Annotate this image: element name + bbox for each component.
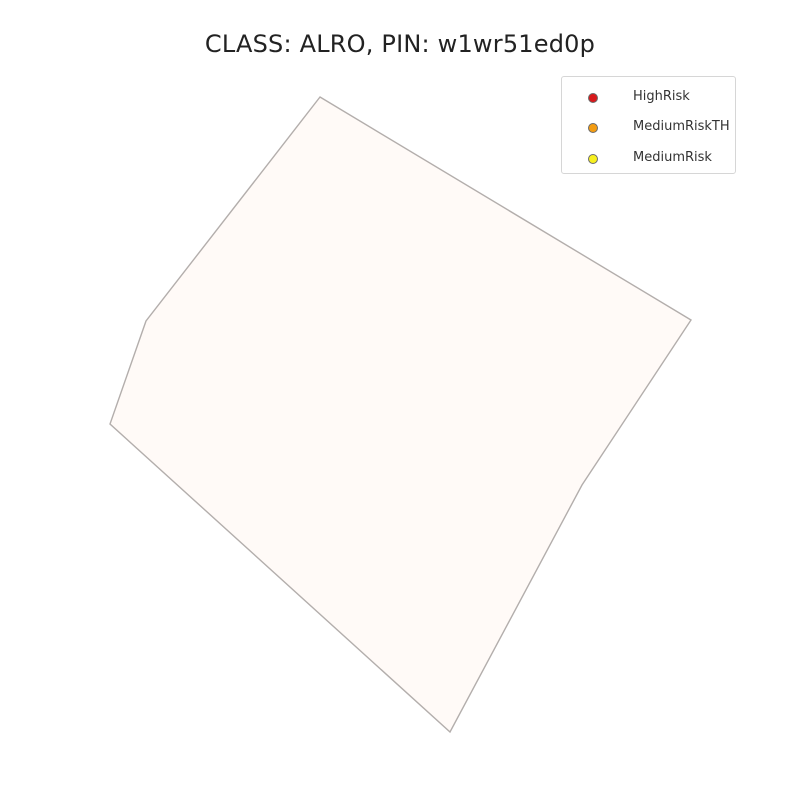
legend: HighRisk MediumRiskTH MediumRisk bbox=[561, 76, 736, 174]
legend-label: MediumRiskTH bbox=[633, 119, 730, 134]
legend-item-high-risk: HighRisk bbox=[562, 88, 737, 108]
parcel-polygon bbox=[109, 96, 692, 734]
legend-item-medium-risk-th: MediumRiskTH bbox=[562, 118, 737, 138]
legend-label: MediumRisk bbox=[633, 150, 712, 165]
medium-risk-th-marker-icon bbox=[588, 123, 598, 133]
medium-risk-marker-icon bbox=[588, 154, 598, 164]
legend-label: HighRisk bbox=[633, 89, 690, 104]
legend-item-medium-risk: MediumRisk bbox=[562, 149, 737, 169]
high-risk-marker-icon bbox=[588, 93, 598, 103]
